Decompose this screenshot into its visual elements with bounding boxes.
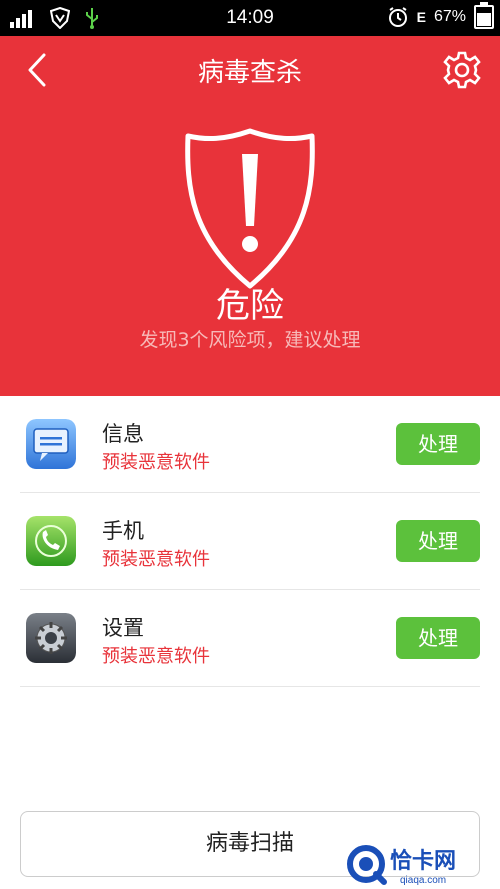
risk-list: 信息 预装恶意软件 处理 手机 预装恶意软件 处理 设置 预装恶意软件 处理 bbox=[0, 396, 500, 687]
watermark-main-text: 恰卡网 bbox=[390, 848, 456, 874]
header: 病毒查杀 危险 发现3个风险项，建议处理 bbox=[0, 36, 500, 396]
list-item: 手机 预装恶意软件 处理 bbox=[20, 493, 480, 590]
list-item: 信息 预装恶意软件 处理 bbox=[20, 396, 480, 493]
site-watermark-logo: 恰卡网 qiaqa.com bbox=[347, 845, 456, 886]
app-name: 信息 bbox=[102, 422, 144, 446]
alarm-icon bbox=[388, 7, 407, 27]
gear-icon bbox=[443, 51, 481, 89]
risk-description: 预装恶意软件 bbox=[102, 452, 210, 473]
app-name: 手机 bbox=[102, 519, 144, 543]
handle-button[interactable]: 处理 bbox=[396, 617, 480, 659]
risk-description: 预装恶意软件 bbox=[102, 549, 210, 570]
settings-app-icon bbox=[26, 613, 76, 663]
page-title: 病毒查杀 bbox=[197, 58, 302, 88]
network-type-label: E bbox=[416, 9, 426, 25]
battery-icon bbox=[474, 2, 494, 29]
risk-description: 预装恶意软件 bbox=[102, 646, 210, 667]
phone-app-icon bbox=[26, 516, 76, 566]
status-right: E 67% bbox=[387, 2, 494, 29]
watermark-sub-text: qiaqa.com bbox=[400, 875, 446, 886]
danger-status-title: 危险 bbox=[216, 286, 284, 326]
list-item: 设置 预装恶意软件 处理 bbox=[20, 590, 480, 687]
battery-percent: 67% bbox=[433, 8, 466, 25]
danger-shield-icon bbox=[185, 128, 315, 289]
danger-status-subtitle: 发现3个风险项，建议处理 bbox=[139, 329, 361, 351]
handle-button[interactable]: 处理 bbox=[396, 520, 480, 562]
status-bar: 14:09 E 67% bbox=[0, 0, 500, 36]
app-name: 设置 bbox=[102, 616, 144, 640]
settings-button[interactable] bbox=[442, 50, 482, 90]
handle-button[interactable]: 处理 bbox=[396, 423, 480, 465]
messages-app-icon bbox=[26, 419, 76, 469]
